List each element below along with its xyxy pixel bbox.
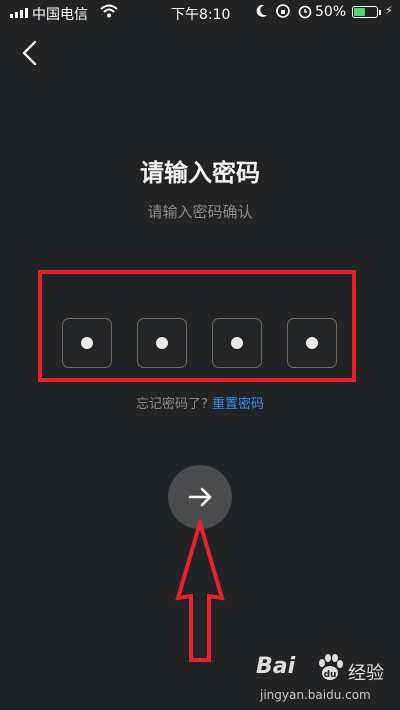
pin-box-2[interactable] bbox=[137, 318, 187, 368]
password-confirm-screen: 中国电信 下午8:10 50% ⚡ 请输入密码 请输入密码确认 忘记密码了? 重… bbox=[0, 0, 400, 710]
pin-dot bbox=[81, 337, 93, 349]
rotation-lock-icon bbox=[275, 3, 291, 23]
battery-fill bbox=[354, 8, 365, 16]
pin-dot bbox=[306, 337, 318, 349]
pin-box-4[interactable] bbox=[287, 318, 337, 368]
battery-percent: 50% bbox=[315, 4, 347, 20]
status-bar: 中国电信 下午8:10 50% ⚡ bbox=[0, 0, 400, 26]
moon-icon bbox=[255, 3, 269, 23]
forgot-password-row: 忘记密码了? 重置密码 bbox=[0, 393, 400, 412]
pin-box-1[interactable] bbox=[62, 318, 112, 368]
chevron-left-icon bbox=[22, 40, 37, 66]
back-button[interactable] bbox=[14, 38, 44, 68]
reset-password-link[interactable]: 重置密码 bbox=[212, 397, 264, 412]
battery-cap bbox=[379, 10, 381, 15]
charging-icon: ⚡ bbox=[385, 4, 393, 17]
annotation-arrow bbox=[175, 520, 225, 662]
svg-text:du: du bbox=[324, 670, 337, 680]
paw-logo-icon: du bbox=[319, 654, 343, 680]
watermark-product: 经验 bbox=[348, 663, 384, 684]
carrier-label: 中国电信 bbox=[32, 7, 88, 23]
baidu-jingyan-watermark: Bai du 经验 jingyan.baidu.com bbox=[252, 650, 400, 710]
pin-dot bbox=[156, 337, 168, 349]
alarm-icon bbox=[297, 3, 313, 23]
signal-icon bbox=[10, 8, 28, 18]
page-title: 请输入密码 bbox=[140, 159, 260, 187]
page-subtitle: 请输入密码确认 bbox=[147, 203, 253, 221]
watermark-brand: Bai bbox=[256, 654, 296, 679]
wifi-icon bbox=[100, 3, 118, 23]
battery-icon bbox=[352, 6, 378, 18]
clock-label: 下午8:10 bbox=[171, 7, 231, 23]
pin-box-3[interactable] bbox=[212, 318, 262, 368]
pin-dot bbox=[231, 337, 243, 349]
forgot-password-text: 忘记密码了? bbox=[135, 397, 208, 412]
watermark-url: jingyan.baidu.com bbox=[260, 688, 371, 702]
